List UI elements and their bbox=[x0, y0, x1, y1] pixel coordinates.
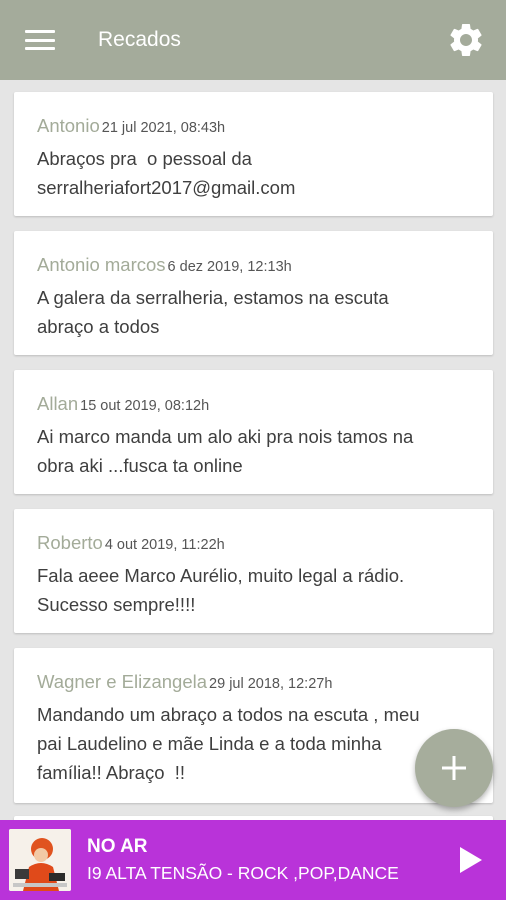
app-bar: Recados bbox=[0, 0, 506, 80]
message-card[interactable]: Roberto 4 out 2019, 11:22h Fala aeee Marc… bbox=[14, 509, 493, 633]
play-button[interactable] bbox=[436, 820, 506, 900]
message-author: Roberto bbox=[37, 532, 103, 553]
message-card[interactable]: Antonio marcos 6 dez 2019, 12:13h A galer… bbox=[14, 231, 493, 355]
message-author: Antonio marcos bbox=[37, 254, 166, 275]
gear-icon bbox=[450, 23, 482, 56]
message-date: 4 out 2019, 11:22h bbox=[104, 537, 225, 553]
station-artwork bbox=[9, 829, 71, 891]
message-text: A galera da serralheria, estamos na escu… bbox=[37, 287, 389, 337]
plus-icon bbox=[442, 756, 466, 780]
message-author: Allan bbox=[37, 393, 79, 414]
message-date: 15 out 2019, 08:12h bbox=[80, 398, 210, 414]
message-card[interactable]: Allan 15 out 2019, 08:12h Ai marco manda … bbox=[14, 370, 493, 494]
track-title: I9 ALTA TENSÃO - ROCK ,POP,DANCE bbox=[87, 863, 399, 883]
message-text: Fala aeee Marco Aurélio, muito legal a r… bbox=[37, 565, 405, 615]
settings-button[interactable] bbox=[426, 0, 506, 80]
on-air-label: NO AR bbox=[87, 836, 148, 857]
page-title: Recados bbox=[98, 28, 181, 51]
message-text: Ai marco manda um alo aki pra nois tamos… bbox=[37, 426, 414, 476]
messages-list[interactable]: Antonio 21 jul 2021, 08:43h Abraços pra o… bbox=[0, 80, 506, 820]
message-author: Antonio bbox=[37, 115, 100, 136]
add-message-button[interactable] bbox=[415, 729, 493, 807]
message-card[interactable]: Antonio 21 jul 2021, 08:43h Abraços pra o… bbox=[14, 92, 493, 216]
message-date: 29 jul 2018, 12:27h bbox=[209, 676, 333, 692]
message-date: 6 dez 2019, 12:13h bbox=[167, 259, 292, 275]
play-icon bbox=[460, 847, 482, 873]
menu-button[interactable] bbox=[0, 0, 80, 80]
message-date: 21 jul 2021, 08:43h bbox=[101, 120, 226, 136]
radio-player-bar[interactable]: NO AR I9 ALTA TENSÃO - ROCK ,POP,DANCE bbox=[0, 820, 506, 900]
message-text: Mandando um abraço a todos na escuta , m… bbox=[37, 704, 420, 783]
hamburger-icon bbox=[25, 30, 55, 50]
message-author: Wagner e Elizangela bbox=[37, 671, 208, 692]
message-text: Abraços pra o pessoal da serralheriafort… bbox=[37, 148, 296, 198]
